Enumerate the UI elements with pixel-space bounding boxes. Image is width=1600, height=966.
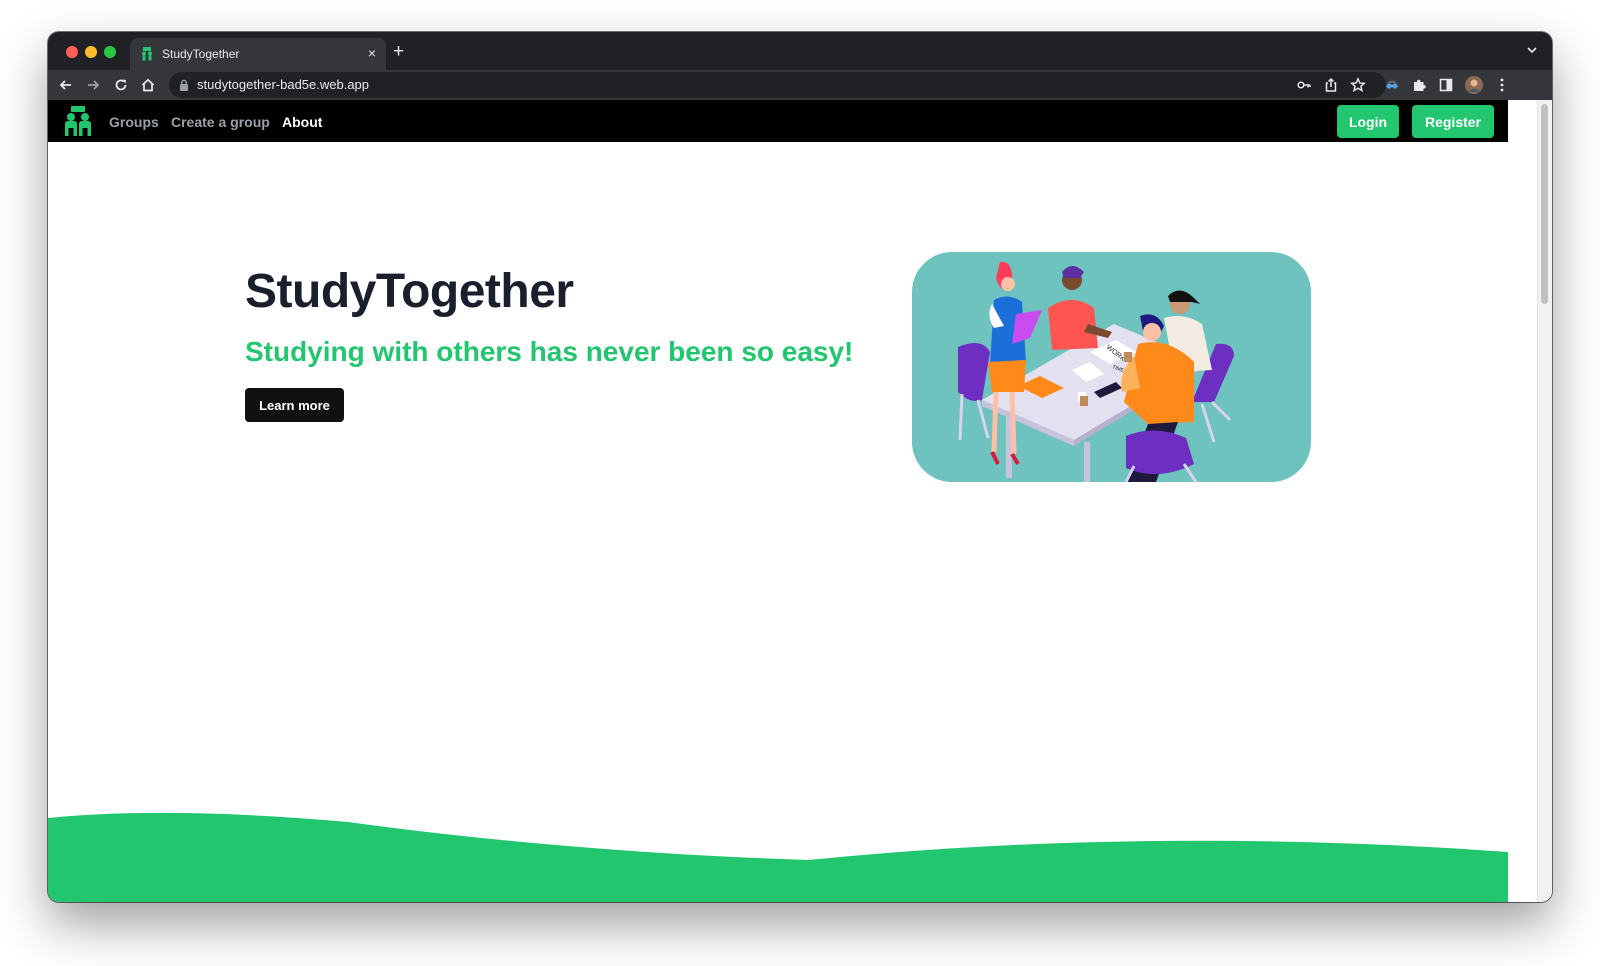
browser-tab-active[interactable]: StudyTogether × [130, 38, 386, 70]
back-icon[interactable] [58, 77, 74, 93]
browser-toolbar: studytogether-bad5e.web.app [48, 70, 1552, 100]
minimize-window-button[interactable] [85, 46, 97, 58]
home-icon[interactable] [140, 77, 156, 93]
register-button[interactable]: Register [1412, 105, 1494, 138]
tab-title: StudyTogether [162, 47, 240, 61]
site-navbar: Groups Create a group About Login Regist… [48, 100, 1508, 142]
nav-link-create-group[interactable]: Create a group [171, 114, 270, 130]
address-bar[interactable]: studytogether-bad5e.web.app [169, 72, 1386, 98]
study-group-illustration: WORK TIME LINE [958, 261, 1234, 482]
sidepanel-icon[interactable] [1438, 77, 1454, 93]
green-wave-footer [48, 812, 1508, 902]
lock-icon [180, 79, 188, 91]
hero-title: StudyTogether [245, 265, 574, 318]
forward-icon[interactable] [85, 77, 101, 93]
close-window-button[interactable] [66, 46, 78, 58]
chevron-down-icon[interactable] [1526, 44, 1538, 56]
star-icon[interactable] [1350, 77, 1366, 93]
new-tab-button[interactable]: + [393, 42, 404, 62]
tab-favicon-icon [142, 47, 152, 61]
tab-close-icon[interactable]: × [368, 45, 376, 61]
puzzle-icon[interactable] [1411, 77, 1427, 93]
url-text: studytogether-bad5e.web.app [197, 77, 370, 92]
browser-window: StudyTogether × + studytogether-bad5e.we… [48, 32, 1552, 902]
kebab-menu-icon[interactable] [1494, 77, 1510, 93]
share-icon[interactable] [1323, 77, 1339, 93]
page-viewport: Groups Create a group About Login Regist… [48, 100, 1552, 902]
reload-icon[interactable] [113, 77, 129, 93]
learn-more-button[interactable]: Learn more [245, 388, 344, 422]
tab-strip: StudyTogether × + [48, 32, 1552, 70]
login-button[interactable]: Login [1337, 105, 1399, 138]
extension-spy-icon[interactable] [1384, 77, 1400, 93]
hero-illustration: WORK TIME LINE [912, 252, 1311, 482]
profile-avatar[interactable] [1465, 76, 1483, 94]
scrollbar-thumb[interactable] [1541, 104, 1548, 304]
nav-link-about[interactable]: About [282, 114, 322, 130]
hero-subtitle: Studying with others has never been so e… [245, 336, 854, 367]
nav-link-groups[interactable]: Groups [109, 114, 159, 130]
studytogether-logo[interactable] [64, 106, 92, 136]
key-icon[interactable] [1296, 77, 1312, 93]
page-scrollbar[interactable] [1537, 100, 1552, 902]
maximize-window-button[interactable] [104, 46, 116, 58]
